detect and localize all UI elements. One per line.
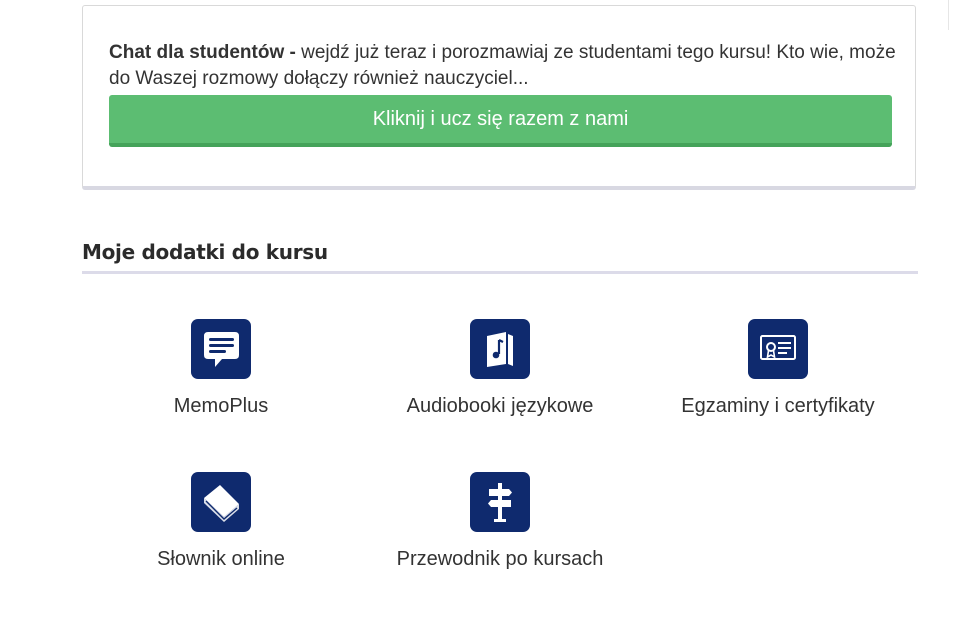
student-chat-card: Chat dla studentów - wejdź już teraz i p… (82, 5, 916, 190)
addon-exams-certificates[interactable]: Egzaminy i certyfikaty (638, 319, 918, 418)
signpost-icon (470, 472, 530, 532)
addon-online-dictionary[interactable]: Słownik online (81, 472, 361, 571)
addon-memoplus[interactable]: MemoPlus (81, 319, 361, 418)
join-chat-button[interactable]: Kliknij i ucz się razem z nami (109, 95, 892, 147)
addon-audiobooks[interactable]: Audiobooki językowe (360, 319, 640, 418)
chat-title: Chat dla studentów - (109, 42, 296, 63)
addon-label: Przewodnik po kursach (396, 548, 604, 570)
certificate-icon (748, 319, 808, 379)
addon-label: MemoPlus (173, 395, 269, 417)
addon-label: Słownik online (157, 548, 285, 570)
chat-bubble-icon (191, 319, 251, 379)
addon-course-guide[interactable]: Przewodnik po kursach (360, 472, 640, 571)
dictionary-book-icon (191, 472, 251, 532)
page-edge-line (948, 0, 949, 30)
addon-label: Egzaminy i certyfikaty (681, 395, 875, 417)
audiobook-icon (470, 319, 530, 379)
section-title: Moje dodatki do kursu (82, 240, 328, 264)
section-divider (82, 271, 918, 274)
chat-description: Chat dla studentów - wejdź już teraz i p… (109, 40, 899, 92)
addon-label: Audiobooki językowe (406, 395, 594, 417)
